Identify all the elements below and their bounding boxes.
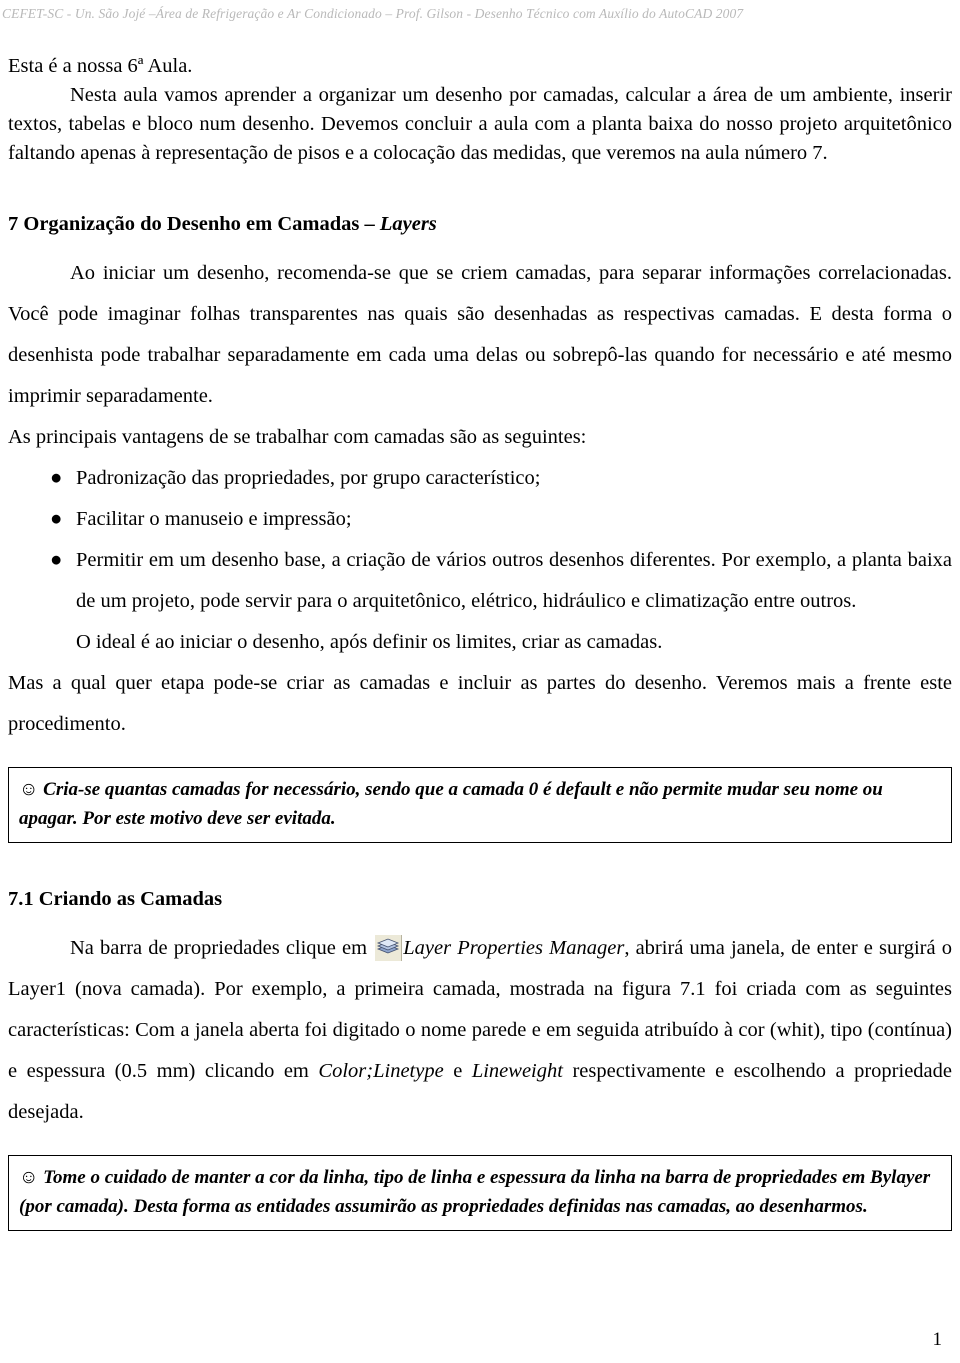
list-item: ● Padronização das propriedades, por grup… <box>8 458 952 499</box>
note-2-body: Tome o cuidado de manter a cor da linha,… <box>19 1167 931 1217</box>
bullet-icon: ● <box>50 467 63 489</box>
section-7-1-heading: 7.1 Criando as Camadas <box>8 888 223 910</box>
color-keyword: Color; <box>318 1060 374 1082</box>
smiley-icon: ☺ <box>19 779 39 800</box>
list-item-label: Padronização das propriedades, por grupo… <box>76 467 541 489</box>
section-7-title: 7 Organização do Desenho em Camadas – <box>8 213 380 235</box>
section-7-paragraph-2: As principais vantagens de se trabalhar … <box>8 426 587 448</box>
list-item-label: Facilitar o manuseio e impressão; <box>76 508 352 530</box>
conjunction: e <box>443 1060 472 1082</box>
linetype-keyword: Linetype <box>373 1060 444 1082</box>
note-box-1: ☺ Cria-se quantas camadas for necessário… <box>8 767 952 843</box>
list-item: ● Facilitar o manuseio e impressão; <box>8 499 952 540</box>
bullet-icon: ● <box>50 508 63 530</box>
intro-paragraph: Nesta aula vamos aprender a organizar um… <box>8 84 952 164</box>
icon-label: Layer Properties Manager <box>403 937 625 959</box>
note-box-2: ☺ Tome o cuidado de manter a cor da linh… <box>8 1155 952 1231</box>
lineweight-keyword: Lineweight <box>471 1060 563 1082</box>
section-7-paragraph-3: Mas a qual quer etapa pode-se criar as c… <box>8 672 952 735</box>
section-7-heading: 7 Organização do Desenho em Camadas – La… <box>8 210 952 239</box>
advantages-list: ● Padronização das propriedades, por grup… <box>8 458 952 622</box>
list-item: ● Permitir em um desenho base, a criação … <box>8 540 952 622</box>
intro-line: Esta é a nossa 6ª Aula. <box>8 55 193 77</box>
list-item-label: Permitir em um desenho base, a criação d… <box>76 549 952 612</box>
document-page: CEFET-SC - Un. São Jojé –Área de Refrige… <box>0 0 960 1363</box>
note-2-text: ☺ Tome o cuidado de manter a cor da linh… <box>19 1163 941 1221</box>
text-before-icon: Na barra de propriedades clique em <box>70 937 374 959</box>
after-bullets-paragraph: O ideal é ao iniciar o desenho, após def… <box>76 631 663 653</box>
smiley-icon: ☺ <box>19 1167 39 1188</box>
note-1-body: Cria-se quantas camadas for necessário, … <box>19 779 883 829</box>
section-7-title-italic: Layers <box>379 213 437 235</box>
section-7-1-paragraph: Na barra de propriedades clique em Layer… <box>8 928 952 1133</box>
running-header: CEFET-SC - Un. São Jojé –Área de Refrige… <box>2 6 744 21</box>
note-1-text: ☺ Cria-se quantas camadas for necessário… <box>19 775 941 833</box>
document-body: Esta é a nossa 6ª Aula. Nesta aula vamos… <box>8 52 952 1231</box>
bullet-icon: ● <box>50 549 63 571</box>
section-7-paragraph-1: Ao iniciar um desenho, recomenda-se que … <box>8 262 952 407</box>
page-number: 1 <box>932 1329 943 1350</box>
layer-properties-manager-icon[interactable] <box>375 935 403 961</box>
